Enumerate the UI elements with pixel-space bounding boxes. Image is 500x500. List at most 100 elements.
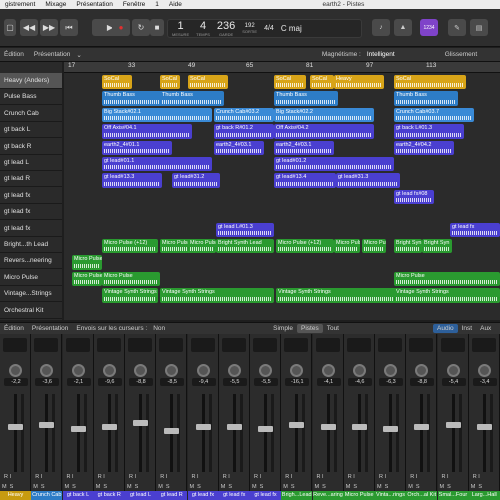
menu-mixage[interactable]: Mixage <box>40 1 71 8</box>
menu-enregistrement[interactable]: gistrement <box>0 1 40 8</box>
volume-fader[interactable] <box>476 424 492 430</box>
pan-knob[interactable] <box>259 364 272 377</box>
track-header[interactable]: Revers...neering <box>0 253 62 270</box>
track-header[interactable]: gt back R <box>0 139 62 155</box>
region[interactable]: Micro Pulse <box>102 271 160 287</box>
record-input-buttons[interactable]: R I <box>98 474 105 480</box>
channel-name[interactable]: Smal...Four <box>437 491 469 500</box>
chevron-down-icon[interactable]: ⌄ <box>76 51 81 59</box>
record-input-buttons[interactable]: R I <box>410 474 417 480</box>
volume-readout[interactable]: -8,5 <box>160 378 185 386</box>
plugin-slot[interactable] <box>284 338 309 352</box>
record-input-buttons[interactable]: R I <box>129 474 136 480</box>
record-input-buttons[interactable]: R I <box>379 474 386 480</box>
solo-button[interactable]: S <box>166 484 170 490</box>
solo-button[interactable]: S <box>447 484 451 490</box>
snap-value[interactable]: Intelligent <box>367 51 395 58</box>
record-input-buttons[interactable]: R I <box>348 474 355 480</box>
region[interactable]: Micro Pulse <box>188 239 216 254</box>
region[interactable]: SoCal <box>188 75 228 90</box>
mixer-presentation-menu[interactable]: Présentation <box>32 325 69 332</box>
presentation-menu[interactable]: Présentation <box>34 51 71 58</box>
pan-knob[interactable] <box>165 364 179 377</box>
volume-readout[interactable]: -2,1 <box>66 378 91 386</box>
region[interactable]: Micro Pulse <box>394 271 500 287</box>
region[interactable]: SoCal <box>160 75 180 90</box>
volume-fader[interactable] <box>195 424 211 430</box>
channel-name[interactable]: Crunch Cab <box>31 491 63 500</box>
record-input-buttons[interactable]: R I <box>317 474 324 480</box>
mute-button[interactable]: M <box>127 484 132 490</box>
region[interactable]: Micro Pulse <box>362 239 386 254</box>
volume-readout[interactable]: -3,4 <box>472 378 497 386</box>
region[interactable]: Micro Pulse <box>72 271 102 287</box>
region[interactable]: Bright Syn <box>394 239 422 254</box>
region[interactable]: Bright Synth Lead <box>216 239 274 254</box>
region[interactable]: SoCal <box>102 75 132 90</box>
pan-knob[interactable] <box>321 364 335 377</box>
channel-name[interactable]: Brigh...Lead <box>281 491 313 500</box>
volume-fader[interactable] <box>445 422 461 428</box>
record-input-buttons[interactable]: R I <box>67 474 74 480</box>
region[interactable]: earth2_4#04.2 <box>394 140 454 155</box>
solo-button[interactable]: S <box>385 484 389 490</box>
plugin-slot[interactable] <box>221 338 246 352</box>
filter-audio[interactable]: Audio <box>433 324 458 333</box>
channel-name[interactable]: Reve...aring <box>312 491 344 500</box>
region[interactable]: Heavy <box>334 75 384 90</box>
record-input-buttons[interactable]: R I <box>442 474 449 480</box>
menu-presentation[interactable]: Présentation <box>71 1 118 8</box>
region[interactable]: SoCal <box>310 75 334 90</box>
lcd-display[interactable]: 1 MESURE 4 TEMPS 236 GARDE 192 SORTIE 4/… <box>167 19 362 38</box>
solo-button[interactable]: S <box>478 484 482 490</box>
region[interactable]: Bright Syn <box>422 239 452 254</box>
pan-knob[interactable] <box>446 364 460 377</box>
plugin-slot[interactable] <box>378 338 402 352</box>
volume-fader[interactable] <box>226 424 242 430</box>
region[interactable]: gt lead#31.3 <box>336 173 400 188</box>
mute-button[interactable]: M <box>471 484 476 490</box>
plugin-slot[interactable] <box>315 338 340 352</box>
pan-knob[interactable] <box>384 364 397 377</box>
count-in-icon[interactable]: ▲ <box>394 19 412 36</box>
channel-name[interactable]: Larg...Hall <box>468 491 500 500</box>
browser-icon[interactable]: ▤ <box>470 19 488 36</box>
plugin-slot[interactable] <box>3 338 27 352</box>
record-input-buttons[interactable]: R I <box>192 474 199 480</box>
region[interactable]: Thumb Bass <box>274 91 338 106</box>
track-header[interactable]: Micro Pulse <box>0 270 62 286</box>
volume-readout[interactable]: -5,5 <box>254 378 278 386</box>
volume-fader[interactable] <box>320 424 336 430</box>
region[interactable]: Crunch Cab#03.7 <box>394 107 474 123</box>
pan-knob[interactable] <box>352 364 366 377</box>
library-icon[interactable]: ▢ <box>4 19 16 36</box>
region[interactable]: gt lead#01.2 <box>274 157 394 172</box>
track-header[interactable]: Crunch Cab <box>0 106 62 122</box>
tab-tout[interactable]: Tout <box>323 324 343 333</box>
pan-knob[interactable] <box>477 364 491 377</box>
track-header[interactable]: gt lead fx <box>0 204 62 221</box>
pan-knob[interactable] <box>40 364 54 377</box>
region[interactable]: Vintage Synth Strings <box>160 288 274 303</box>
region[interactable]: Crunch Cab#03.2 <box>214 107 274 123</box>
filter-aux[interactable]: Aux <box>476 324 495 333</box>
plugin-slot[interactable] <box>159 338 184 352</box>
sends-value[interactable]: Non <box>153 325 165 332</box>
track-header[interactable]: gt back L <box>0 122 62 139</box>
region[interactable]: gt lead#13.3 <box>102 173 162 188</box>
volume-readout[interactable]: -6,3 <box>379 378 403 386</box>
mute-button[interactable]: M <box>96 484 101 490</box>
filter-inst[interactable]: Inst <box>458 324 476 333</box>
edit-menu[interactable]: Édition <box>4 325 24 332</box>
volume-readout[interactable]: -8,8 <box>410 378 435 386</box>
region[interactable]: Vintage Synth Strings <box>394 288 500 303</box>
mute-button[interactable]: M <box>221 484 226 490</box>
region[interactable]: gt lead fx <box>450 222 500 237</box>
record-input-buttons[interactable]: R I <box>254 474 261 480</box>
volume-readout[interactable]: -4,6 <box>347 378 372 386</box>
volume-fader[interactable] <box>414 424 430 430</box>
cycle-button[interactable]: ↻ <box>132 19 150 36</box>
volume-readout[interactable]: -16,1 <box>285 378 310 386</box>
pan-knob[interactable] <box>134 364 147 377</box>
mute-button[interactable]: M <box>190 484 195 490</box>
